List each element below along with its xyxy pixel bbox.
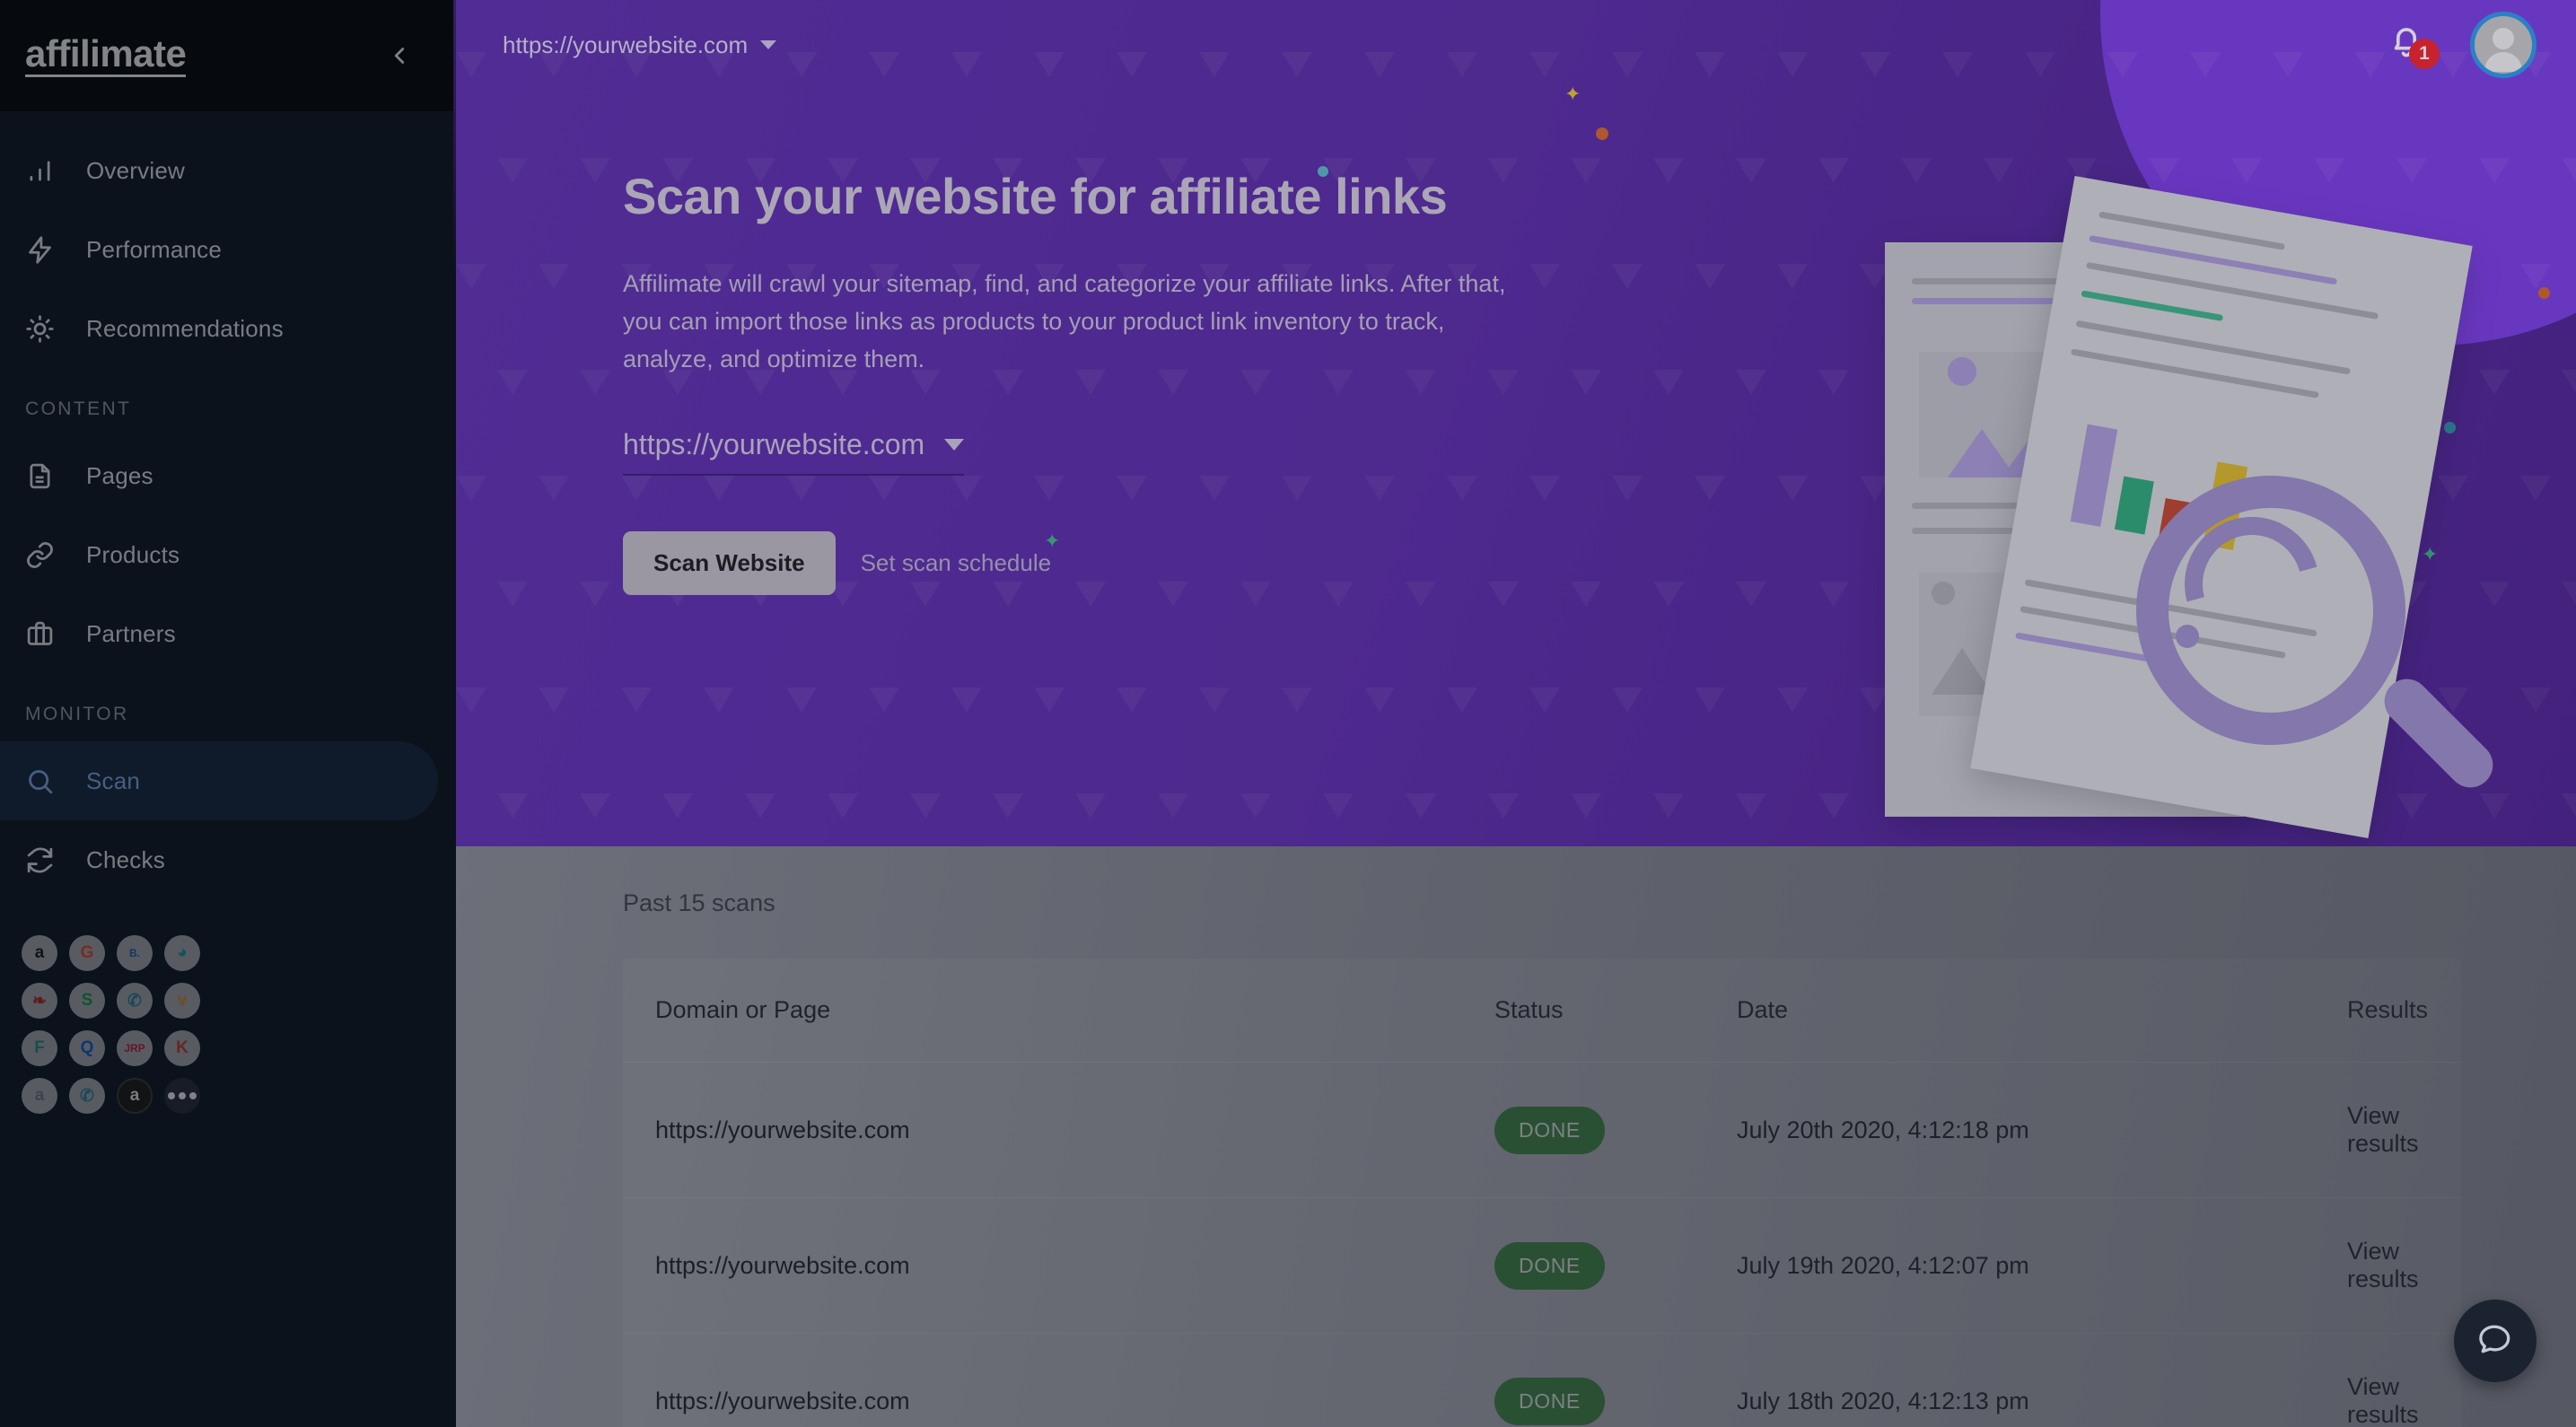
partner-logo-amazon-dark[interactable]: a	[117, 1078, 153, 1114]
top-bar-actions: 1	[2386, 12, 2537, 78]
view-results-link[interactable]: View results	[2347, 1238, 2429, 1293]
scan-website-button[interactable]: Scan Website	[623, 531, 836, 596]
column-header-status: Status	[1494, 996, 1564, 1023]
partner-logo-grid: a G B. ◕ ❧ S ✆ v F Q JRP Ka ✆ a	[0, 899, 242, 1114]
sidebar-item-label: Scan	[86, 766, 141, 794]
status-badge: DONE	[1494, 1377, 1605, 1425]
view-results-link[interactable]: View results	[2347, 1373, 2429, 1427]
notification-count-badge: 1	[2409, 39, 2440, 69]
table-row[interactable]: https://yourwebsite.com DONE July 20th 202…	[623, 1063, 2461, 1198]
site-selector[interactable]: https://yourwebsite.com	[503, 31, 777, 59]
partner-logo-grammarly[interactable]: G	[69, 935, 105, 971]
status-badge: DONE	[1494, 1241, 1605, 1290]
site-selector-value: https://yourwebsite.com	[503, 31, 749, 58]
hero-description: Affilimate will crawl your sitemap, find…	[623, 270, 1506, 373]
partner-logo-shareasale[interactable]: S	[69, 983, 105, 1019]
scans-table: Domain or Page Status Date Results https…	[623, 959, 2461, 1427]
notifications-button[interactable]: 1	[2386, 21, 2440, 69]
partner-logo-impact-alt[interactable]: ✆	[69, 1078, 105, 1114]
column-header-domain: Domain or Page	[655, 996, 831, 1023]
chevron-down-icon	[944, 439, 965, 451]
sidebar-item-label: Overview	[86, 156, 185, 184]
link-chain-icon	[25, 540, 74, 570]
sidebar-item-pages[interactable]: Pages	[0, 436, 438, 515]
view-results-link[interactable]: View results	[2347, 1102, 2429, 1158]
sidebar-item-label: Performance	[86, 235, 223, 263]
sidebar: affilimate Overview Performance Recommen…	[0, 0, 456, 1427]
scan-url-select[interactable]: https://yourwebsite.com	[623, 428, 965, 477]
sidebar-item-scan[interactable]: Scan	[0, 741, 438, 820]
sidebar-item-label: Pages	[86, 461, 153, 489]
sidebar-item-recommendations[interactable]: Recommendations	[0, 289, 438, 368]
sidebar-item-overview[interactable]: Overview	[0, 131, 438, 210]
sidebar-item-partners[interactable]: Partners	[0, 594, 438, 673]
sidebar-header: affilimate	[0, 0, 456, 111]
sidebar-item-products[interactable]: Products	[0, 515, 438, 594]
partner-logo-teal-blob[interactable]: ◕	[164, 935, 200, 971]
scan-date-cell: July 19th 2020, 4:12:07 pm	[1737, 1251, 2029, 1279]
table-row[interactable]: https://yourwebsite.com DONE July 18th 202…	[623, 1334, 2461, 1427]
sidebar-item-label: Products	[86, 540, 180, 568]
scans-section: Past 15 scans Domain or Page Status Date…	[456, 846, 2576, 1427]
chevron-down-icon	[760, 40, 777, 49]
sidebar-item-label: Checks	[86, 845, 165, 873]
chat-support-button[interactable]	[2454, 1300, 2537, 1382]
search-icon	[25, 766, 74, 796]
past-scans-label: Past 15 scans	[623, 889, 775, 916]
page-title: Scan your website for affiliate links	[623, 168, 1448, 224]
sidebar-section-monitor-title: MONITOR	[25, 704, 129, 724]
partner-logo-impact[interactable]: ✆	[117, 983, 153, 1019]
documents-magnifier-illustration	[1867, 176, 2549, 838]
sidebar-section-content-title: CONTENT	[25, 398, 132, 419]
partner-logo-kelkoo[interactable]: K	[164, 1030, 200, 1066]
refresh-sync-icon	[25, 845, 74, 875]
partner-logo-flexoffers[interactable]: F	[22, 1030, 57, 1066]
document-icon	[25, 461, 74, 491]
partner-logo-more-networks[interactable]	[164, 1078, 200, 1114]
scan-domain-cell: https://yourwebsite.com	[655, 1251, 910, 1279]
partner-logo-flame[interactable]: ❧	[22, 983, 57, 1019]
brand-logo[interactable]: affilimate	[25, 34, 187, 77]
sidebar-item-performance[interactable]: Performance	[0, 210, 438, 289]
scan-status-cell: DONE	[1494, 1241, 1737, 1290]
user-avatar-icon[interactable]	[2470, 12, 2537, 78]
lightning-bolt-icon	[25, 235, 74, 265]
chat-bubble-icon	[2475, 1319, 2515, 1363]
partner-logo-amazon-alt[interactable]: a	[22, 1078, 57, 1114]
scan-date-cell: July 18th 2020, 4:12:13 pm	[1737, 1387, 2029, 1414]
sidebar-accent-edge	[453, 0, 456, 269]
sidebar-item-label: Partners	[86, 619, 176, 647]
partner-logo-jrp[interactable]: JRP	[117, 1030, 153, 1066]
status-badge: DONE	[1494, 1106, 1605, 1154]
partner-logo-booking[interactable]: B.	[117, 935, 153, 971]
column-header-results: Results	[2347, 996, 2429, 1023]
chevron-left-icon[interactable]	[379, 35, 420, 76]
bar-chart-icon	[25, 156, 74, 186]
partner-logo-viglink[interactable]: v	[164, 983, 200, 1019]
sidebar-item-checks[interactable]: Checks	[0, 820, 438, 899]
scan-status-cell: DONE	[1494, 1377, 1737, 1425]
sidebar-nav: Overview Performance Recommendations CON…	[0, 111, 456, 1114]
column-header-date: Date	[1737, 996, 1789, 1023]
main-content: ✦✦✦✦✦	[456, 0, 2576, 1427]
hero-banner: ✦✦✦✦✦	[456, 0, 2576, 846]
scan-status-cell: DONE	[1494, 1106, 1737, 1154]
app-root: affilimate Overview Performance Recommen…	[0, 0, 2576, 1427]
partner-logo-amazon[interactable]: a	[22, 935, 57, 971]
scan-date-cell: July 20th 2020, 4:12:18 pm	[1737, 1116, 2029, 1143]
partner-logo-partnerize[interactable]: Q	[69, 1030, 105, 1066]
sidebar-item-label: Recommendations	[86, 314, 284, 342]
scan-domain-cell: https://yourwebsite.com	[655, 1387, 910, 1414]
table-header-row: Domain or Page Status Date Results	[623, 959, 2461, 1063]
scan-url-value: https://yourwebsite.com	[623, 428, 925, 461]
top-bar: https://yourwebsite.com 1	[456, 0, 2576, 90]
scan-domain-cell: https://yourwebsite.com	[655, 1116, 910, 1143]
set-scan-schedule-link[interactable]: Set scan schedule	[861, 549, 1051, 577]
hero-actions: Scan Website Set scan schedule	[623, 531, 1515, 596]
sun-idea-icon	[25, 314, 74, 344]
briefcase-icon	[25, 619, 74, 649]
table-row[interactable]: https://yourwebsite.com DONE July 19th 202…	[623, 1198, 2461, 1334]
